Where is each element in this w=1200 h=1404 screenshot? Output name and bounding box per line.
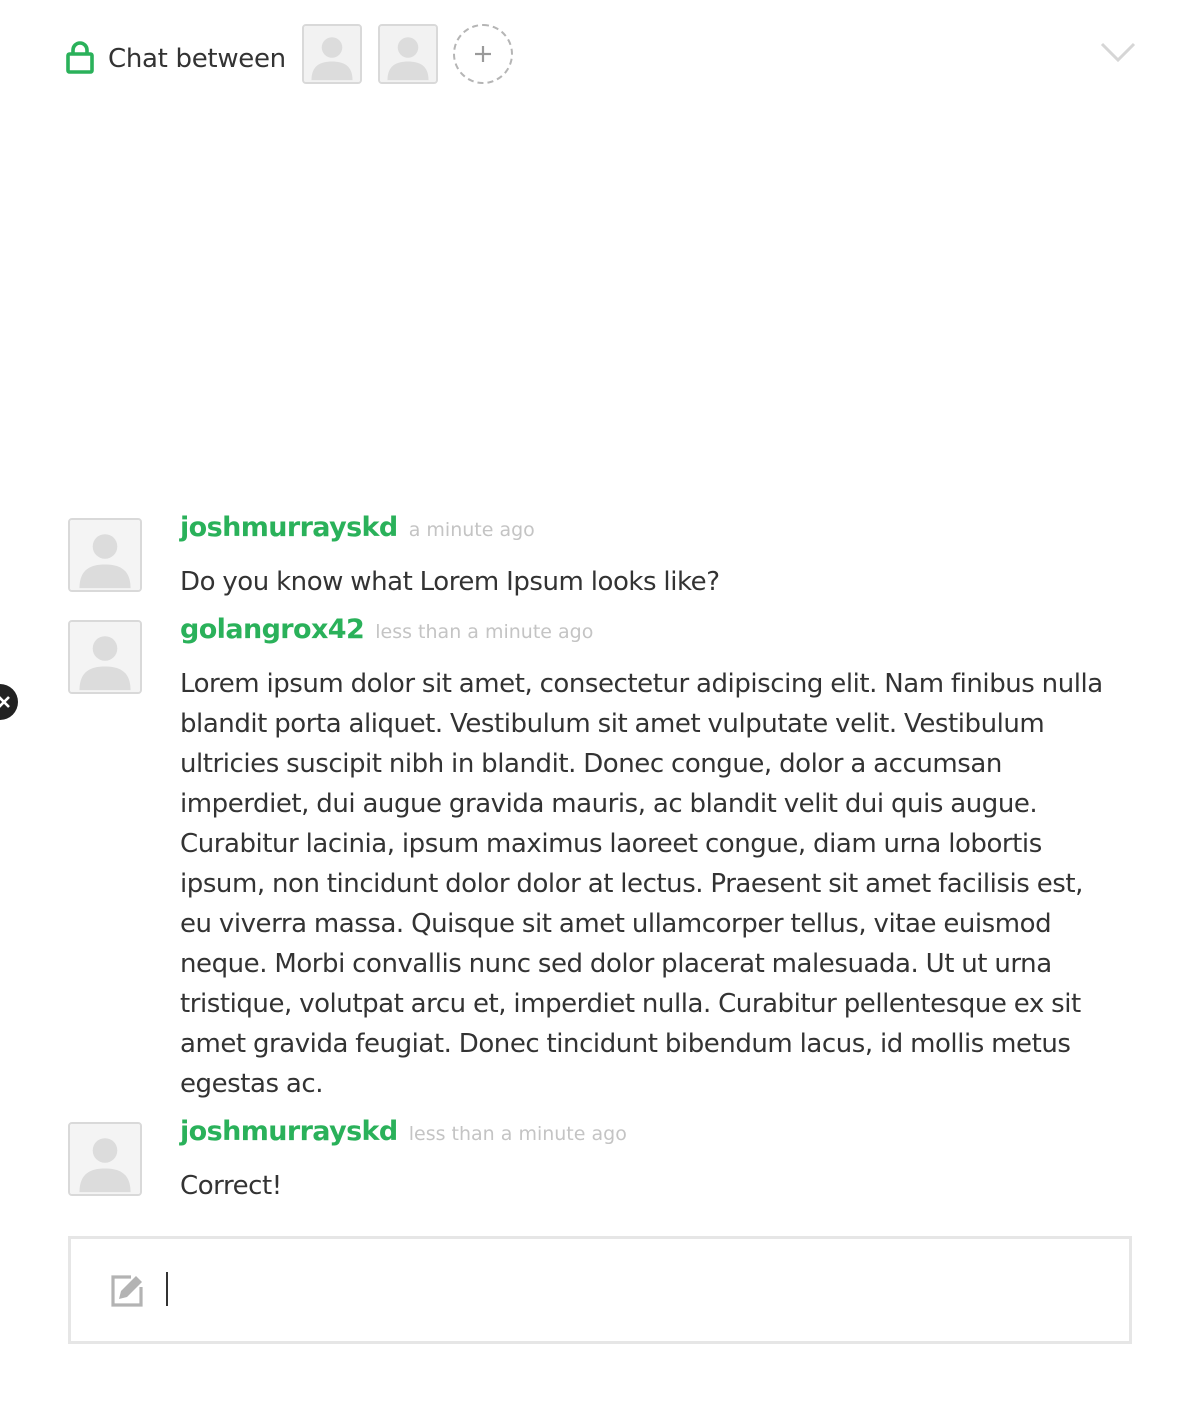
add-participant-button[interactable] (453, 24, 513, 84)
message-composer[interactable] (68, 1236, 1132, 1344)
message-avatar[interactable] (68, 518, 142, 592)
text-caret (166, 1272, 168, 1306)
user-avatar-icon (70, 622, 140, 692)
participant-avatar[interactable] (378, 24, 438, 84)
message-timestamp: less than a minute ago (408, 1123, 627, 1145)
lock-icon (66, 40, 94, 74)
chat-title: Chat between (108, 44, 286, 74)
plus-icon (475, 46, 491, 62)
collapse-button[interactable] (1098, 36, 1138, 70)
message-timestamp: less than a minute ago (375, 621, 594, 643)
message-input[interactable] (163, 1267, 1103, 1313)
message-author[interactable]: joshmurrayskd (180, 1116, 398, 1147)
message-header: joshmurrayskd a minute ago (180, 512, 535, 543)
user-avatar-icon (70, 520, 140, 590)
close-icon (0, 696, 10, 708)
message-text: Do you know what Lorem Ipsum looks like? (180, 567, 720, 597)
message-text: Correct! (180, 1171, 282, 1201)
participant-avatar[interactable] (302, 24, 362, 84)
message-text: Lorem ipsum dolor sit amet, consectetur … (180, 669, 1103, 1099)
user-avatar-icon (70, 1124, 140, 1194)
message-avatar[interactable] (68, 620, 142, 694)
compose-icon (109, 1272, 145, 1308)
user-avatar-icon (380, 26, 436, 82)
user-avatar-icon (304, 26, 360, 82)
message-timestamp: a minute ago (408, 519, 535, 541)
chevron-down-icon (1100, 42, 1136, 63)
message-header: golangrox42 less than a minute ago (180, 614, 593, 645)
message-author[interactable]: joshmurrayskd (180, 512, 398, 543)
message-author[interactable]: golangrox42 (180, 614, 365, 645)
message-avatar[interactable] (68, 1122, 142, 1196)
chat-header: Chat between (0, 0, 1200, 110)
message-header: joshmurrayskd less than a minute ago (180, 1116, 627, 1147)
side-close-button[interactable] (0, 684, 18, 720)
